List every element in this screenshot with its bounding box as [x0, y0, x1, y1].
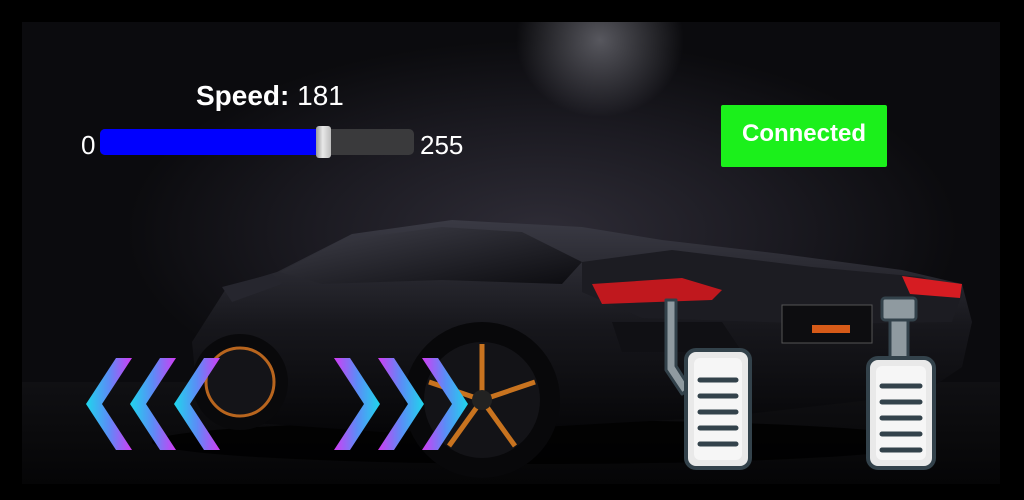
speed-slider-fill	[100, 129, 323, 155]
connection-status-badge[interactable]: Connected	[721, 105, 887, 167]
speed-slider-thumb[interactable]	[316, 126, 331, 158]
gas-pedal-icon	[866, 296, 936, 470]
steer-left-button[interactable]	[86, 358, 226, 450]
brake-pedal-button[interactable]	[660, 296, 760, 476]
speed-value: 181	[297, 80, 344, 111]
speed-display: Speed: 181	[196, 80, 344, 112]
triple-chevron-left-icon	[86, 358, 220, 450]
app-screen: Speed: 181 0 255 Connected	[0, 0, 1024, 500]
triple-chevron-right-icon	[334, 358, 468, 450]
steer-right-button[interactable]	[328, 358, 468, 450]
speed-slider[interactable]	[100, 126, 414, 158]
gas-pedal-button[interactable]	[860, 296, 960, 476]
speed-label: Speed:	[196, 80, 290, 111]
speed-max-label: 255	[420, 130, 464, 160]
brake-pedal-icon	[664, 298, 752, 470]
speed-min-label: 0	[81, 130, 96, 160]
